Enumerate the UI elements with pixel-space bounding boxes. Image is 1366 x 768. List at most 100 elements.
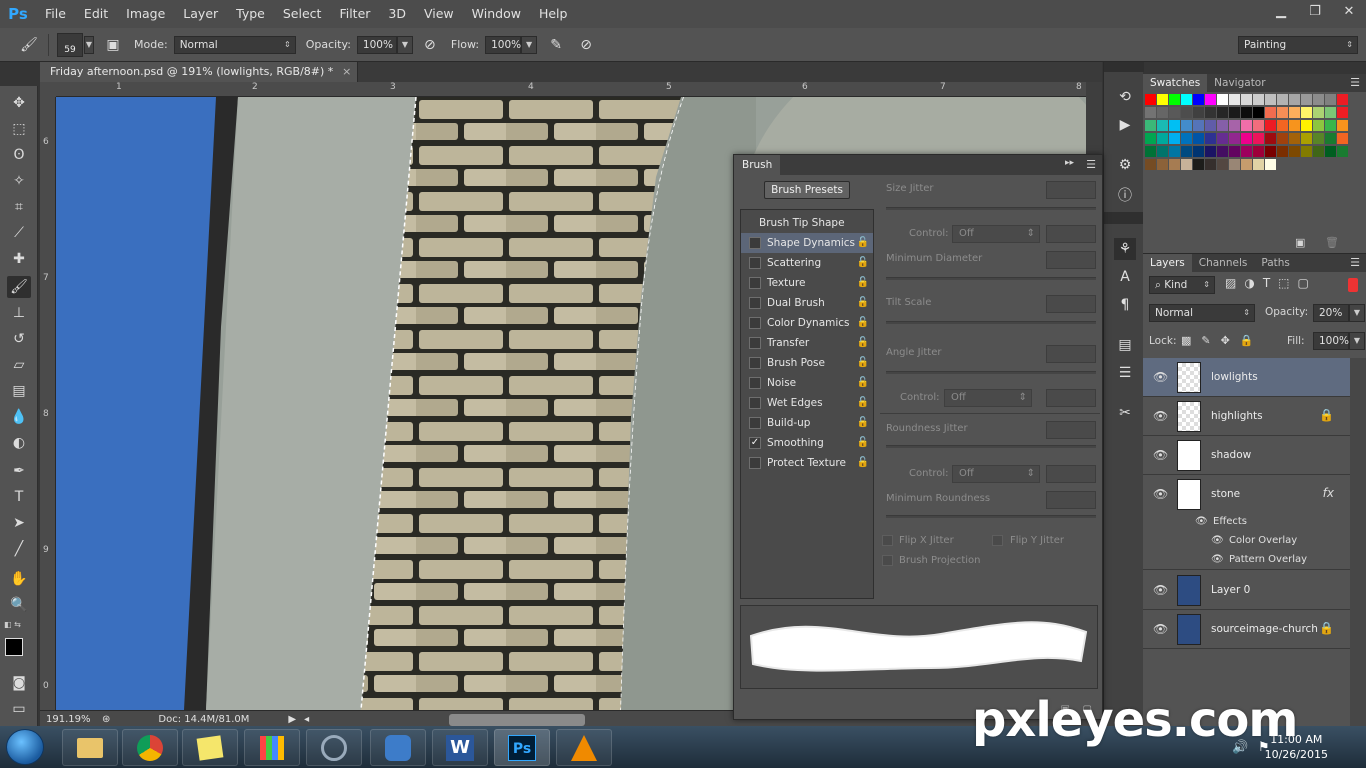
chrome-icon[interactable] bbox=[122, 729, 178, 766]
color-swatch[interactable] bbox=[1265, 159, 1276, 170]
lock-icon[interactable]: 🔓 bbox=[857, 453, 869, 473]
color-swatch[interactable] bbox=[1313, 107, 1324, 118]
brush-option-checkbox[interactable] bbox=[749, 457, 761, 469]
color-swatch[interactable] bbox=[1253, 107, 1264, 118]
color-swatch[interactable] bbox=[1157, 133, 1168, 144]
pressure-opacity-icon[interactable]: ⊘ bbox=[419, 34, 441, 56]
color-swatch[interactable] bbox=[1157, 94, 1168, 105]
restore-icon[interactable]: ❐ bbox=[1298, 0, 1332, 22]
menu-type[interactable]: Type bbox=[227, 0, 274, 28]
lock-icon[interactable]: 🔓 bbox=[857, 233, 869, 253]
flow-input[interactable]: 100% bbox=[485, 35, 521, 54]
brush-option-smoothing[interactable]: ✓ Smoothing 🔓 bbox=[741, 433, 873, 453]
brush-option-checkbox[interactable] bbox=[749, 297, 761, 309]
color-swatch[interactable] bbox=[1337, 146, 1348, 157]
color-swatch[interactable] bbox=[1145, 146, 1156, 157]
tab-layers[interactable]: Layers bbox=[1143, 254, 1192, 272]
layer-row-highlights[interactable]: 👁 highlights 🔒 bbox=[1143, 397, 1350, 436]
default-colors-icon[interactable]: ◧ ⇆ bbox=[4, 620, 21, 629]
flip-x-checkbox[interactable] bbox=[882, 535, 893, 546]
tilt-scale-slider[interactable] bbox=[886, 321, 1096, 324]
color-swatch[interactable] bbox=[1205, 146, 1216, 157]
brush-tool-icon[interactable]: 🖌 bbox=[7, 276, 31, 298]
color-swatch[interactable] bbox=[1289, 107, 1300, 118]
color-swatch[interactable] bbox=[1301, 146, 1312, 157]
color-swatch[interactable] bbox=[1157, 120, 1168, 131]
effects-header[interactable]: 👁 Effects bbox=[1143, 513, 1350, 532]
clone-stamp-tool-icon[interactable]: ⊥ bbox=[7, 302, 31, 324]
paragraph-icon[interactable]: ¶ bbox=[1114, 294, 1136, 316]
color-swatch[interactable] bbox=[1325, 120, 1336, 131]
layer-comps-icon[interactable]: ▤ bbox=[1114, 334, 1136, 356]
eyedropper-tool-icon[interactable]: ⟋ bbox=[7, 222, 31, 244]
tool-presets-icon[interactable]: ✂ bbox=[1114, 402, 1136, 424]
menu-layer[interactable]: Layer bbox=[174, 0, 227, 28]
color-swatch[interactable] bbox=[1325, 94, 1336, 105]
color-swatch[interactable] bbox=[1313, 146, 1324, 157]
lock-icon[interactable]: 🔓 bbox=[857, 373, 869, 393]
brush-option-checkbox[interactable] bbox=[749, 377, 761, 389]
brush-option-wet-edges[interactable]: Wet Edges 🔓 bbox=[741, 393, 873, 413]
color-swatch[interactable] bbox=[1193, 133, 1204, 144]
color-swatch[interactable] bbox=[1277, 133, 1288, 144]
color-swatch[interactable] bbox=[1205, 133, 1216, 144]
character-icon[interactable]: A bbox=[1114, 266, 1136, 288]
lock-icon[interactable]: 🔓 bbox=[857, 413, 869, 433]
color-swatch[interactable] bbox=[1325, 146, 1336, 157]
brush-option-checkbox[interactable] bbox=[749, 397, 761, 409]
layer-row-shadow[interactable]: 👁 shadow bbox=[1143, 436, 1350, 475]
color-swatch[interactable] bbox=[1145, 120, 1156, 131]
type-filter-icon[interactable]: T bbox=[1263, 276, 1270, 290]
menu-edit[interactable]: Edit bbox=[75, 0, 117, 28]
info-icon[interactable]: ⓘ bbox=[1114, 184, 1136, 206]
utility-app-icon[interactable] bbox=[370, 729, 426, 766]
color-swatch[interactable] bbox=[1145, 159, 1156, 170]
move-tool-icon[interactable]: ✥ bbox=[7, 92, 31, 114]
menu-3d[interactable]: 3D bbox=[379, 0, 415, 28]
color-swatch[interactable] bbox=[1181, 159, 1192, 170]
brush-option-color-dynamics[interactable]: Color Dynamics 🔓 bbox=[741, 313, 873, 333]
zoom-tool-icon[interactable]: 🔍 bbox=[7, 594, 31, 616]
color-swatch[interactable] bbox=[1229, 120, 1240, 131]
layer-name[interactable]: sourceimage-church bbox=[1211, 623, 1318, 635]
size-jitter-input[interactable] bbox=[1046, 181, 1096, 199]
close-icon[interactable]: ✕ bbox=[1332, 0, 1366, 22]
lock-icon[interactable]: 🔓 bbox=[857, 393, 869, 413]
color-swatch[interactable] bbox=[1241, 94, 1252, 105]
color-swatch[interactable] bbox=[1145, 107, 1156, 118]
marquee-tool-icon[interactable]: ⬚ bbox=[7, 118, 31, 140]
tilt-scale-input[interactable] bbox=[1046, 295, 1096, 313]
color-swatch[interactable] bbox=[1337, 94, 1348, 105]
properties-icon[interactable]: ☰ bbox=[1114, 362, 1136, 384]
airbrush-icon[interactable]: ✎ bbox=[545, 34, 567, 56]
quick-mask-icon[interactable]: ◙ bbox=[7, 672, 31, 694]
color-swatch[interactable] bbox=[1205, 107, 1216, 118]
color-swatch[interactable] bbox=[1145, 94, 1156, 105]
history-icon[interactable]: ⟲ bbox=[1114, 86, 1136, 108]
angle-jitter-input[interactable] bbox=[1046, 345, 1096, 363]
tab-navigator[interactable]: Navigator bbox=[1207, 74, 1272, 92]
crop-tool-icon[interactable]: ⌗ bbox=[7, 196, 31, 218]
type-tool-icon[interactable]: T bbox=[7, 486, 31, 508]
brush-option-shape-dynamics[interactable]: Shape Dynamics 🔓 bbox=[741, 233, 873, 253]
color-swatch[interactable] bbox=[1217, 120, 1228, 131]
visibility-eye-icon[interactable]: 👁 bbox=[1153, 583, 1168, 597]
layer-name[interactable]: lowlights bbox=[1211, 371, 1258, 383]
close-tab-icon[interactable]: × bbox=[342, 62, 351, 82]
media-app-icon[interactable] bbox=[306, 729, 362, 766]
layer-name[interactable]: stone bbox=[1211, 488, 1240, 500]
color-swatch[interactable] bbox=[1193, 107, 1204, 118]
color-swatch[interactable] bbox=[1181, 107, 1192, 118]
color-swatch[interactable] bbox=[1337, 133, 1348, 144]
lock-position-icon[interactable]: ✥ bbox=[1221, 334, 1230, 347]
layer-row-stone[interactable]: 👁 stone fx bbox=[1143, 475, 1350, 514]
color-swatch[interactable] bbox=[1181, 120, 1192, 131]
color-swatch[interactable] bbox=[1313, 133, 1324, 144]
color-swatch[interactable] bbox=[1229, 146, 1240, 157]
color-swatch[interactable] bbox=[1337, 107, 1348, 118]
color-swatch[interactable] bbox=[1193, 94, 1204, 105]
menu-filter[interactable]: Filter bbox=[330, 0, 379, 28]
brush-size-picker[interactable]: 59 bbox=[57, 32, 83, 57]
color-swatch[interactable] bbox=[1229, 94, 1240, 105]
photoshop-taskbar-icon[interactable]: Ps bbox=[494, 729, 550, 766]
